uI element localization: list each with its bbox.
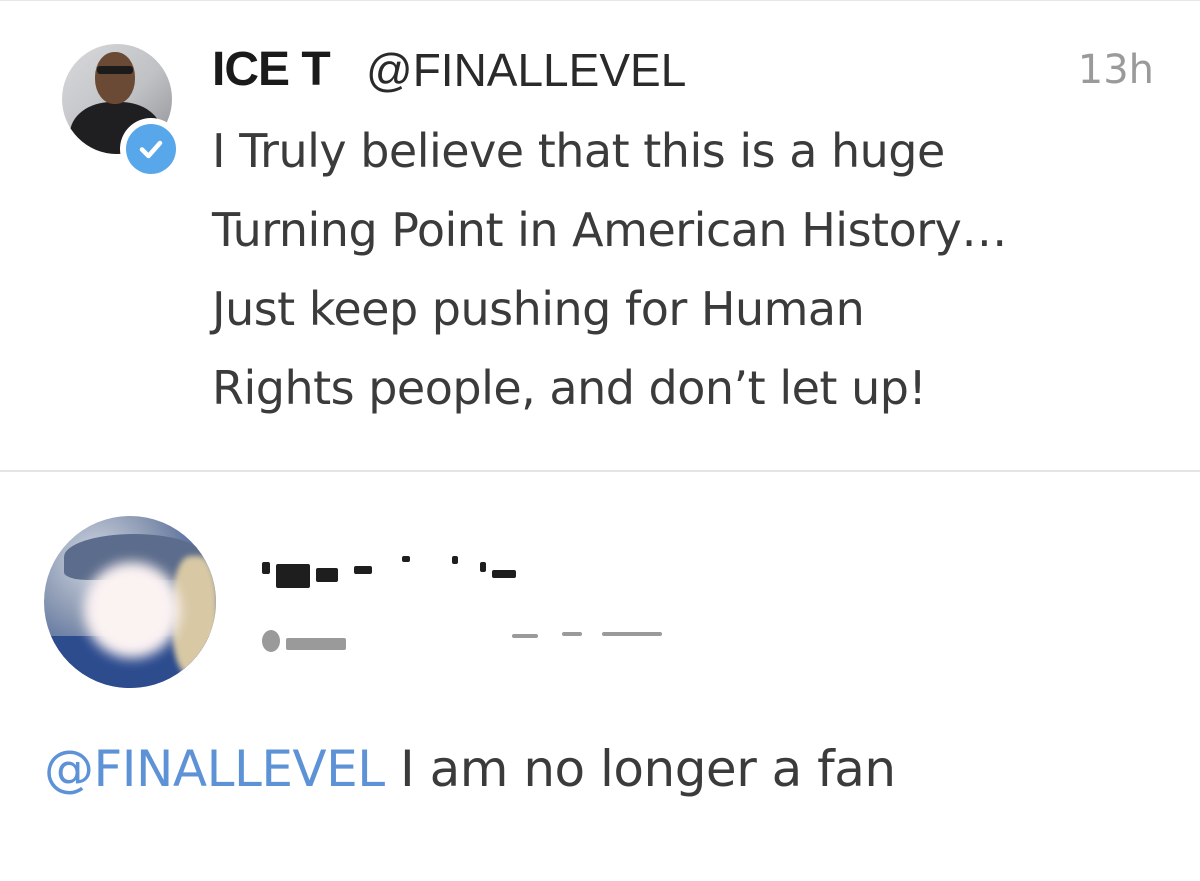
tweet-timestamp: 13h [1077, 47, 1154, 93]
tweet-text: I Truly believe that this is a huge Turn… [212, 112, 1162, 428]
reply-body: I am no longer a fan [384, 740, 896, 798]
mention-link[interactable]: @FINALLEVEL [44, 740, 385, 798]
user-handle[interactable]: @FINALLEVEL [366, 42, 686, 98]
avatar-figure-head [95, 52, 135, 104]
display-name[interactable]: ICE T [212, 42, 331, 98]
tweet-text-line: Just keep pushing for Human [212, 282, 865, 336]
reply-tweet[interactable]: @FINALLEVEL I am no longer a fan [0, 472, 1200, 881]
reply-user-avatar[interactable] [44, 516, 216, 688]
checkmark-icon [139, 140, 163, 159]
redacted-user-handle [262, 620, 682, 660]
blurred-face [84, 562, 180, 658]
avatar-sunglasses [97, 66, 133, 74]
original-tweet[interactable]: ICE T @FINALLEVEL 13h I Truly believe th… [0, 0, 1200, 472]
tweet-text-line: Rights people, and don’t let up! [212, 361, 927, 415]
tweet-text-line: Turning Point in American History… [212, 203, 1007, 257]
reply-text: @FINALLEVEL I am no longer a fan [44, 734, 896, 804]
redacted-display-name [262, 554, 532, 594]
tweet-text-line: I Truly believe that this is a huge [212, 124, 945, 178]
verified-check-icon [120, 118, 182, 180]
